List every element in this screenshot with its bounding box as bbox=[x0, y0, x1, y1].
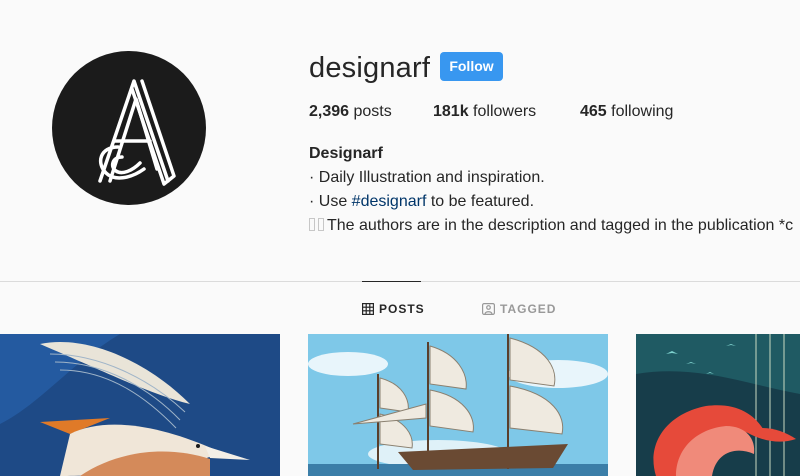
ship-illustration-image bbox=[308, 334, 608, 476]
bio-line: · Use #designarf to be featured. bbox=[309, 191, 534, 213]
following-stat[interactable]: 465 following bbox=[580, 101, 673, 123]
posts-label: posts bbox=[353, 103, 392, 120]
missing-glyph-icon bbox=[318, 218, 324, 231]
bio-line: The authors are in the description and t… bbox=[309, 215, 793, 237]
designarf-logo-icon bbox=[98, 79, 176, 186]
followers-stat[interactable]: 181k followers bbox=[433, 101, 536, 123]
hashtag-link[interactable]: #designarf bbox=[352, 193, 427, 210]
post-thumbnail-ship[interactable] bbox=[308, 334, 608, 476]
tag-icon bbox=[482, 303, 496, 319]
display-name: Designarf bbox=[309, 145, 383, 162]
follow-button[interactable]: Follow bbox=[440, 52, 503, 81]
followers-count: 181k bbox=[433, 103, 469, 120]
grid-icon bbox=[362, 303, 375, 319]
username: designarf bbox=[309, 52, 431, 84]
tab-posts[interactable]: POSTS bbox=[362, 301, 425, 319]
bio-line: · Daily Illustration and inspiration. bbox=[309, 169, 545, 186]
tab-tagged[interactable]: TAGGED bbox=[482, 301, 556, 319]
following-count: 465 bbox=[580, 103, 607, 120]
missing-glyph-icon bbox=[309, 218, 315, 231]
whale-illustration-image bbox=[636, 334, 800, 476]
tab-label: TAGGED bbox=[500, 302, 557, 316]
post-thumbnail-whale[interactable] bbox=[636, 334, 800, 476]
bio-text: · Use bbox=[309, 193, 352, 210]
posts-stat: 2,396 posts bbox=[309, 101, 392, 123]
active-tab-indicator bbox=[362, 281, 421, 282]
following-label: following bbox=[611, 103, 674, 120]
post-thumbnail-bird[interactable] bbox=[0, 334, 280, 476]
posts-count: 2,396 bbox=[309, 103, 350, 120]
followers-label: followers bbox=[473, 103, 537, 120]
profile-avatar[interactable] bbox=[52, 51, 206, 205]
bird-illustration-image bbox=[0, 334, 280, 476]
bio-text: The authors are in the description and t… bbox=[327, 217, 794, 234]
tab-label: POSTS bbox=[379, 302, 425, 316]
bio-text: to be featured. bbox=[426, 193, 535, 210]
